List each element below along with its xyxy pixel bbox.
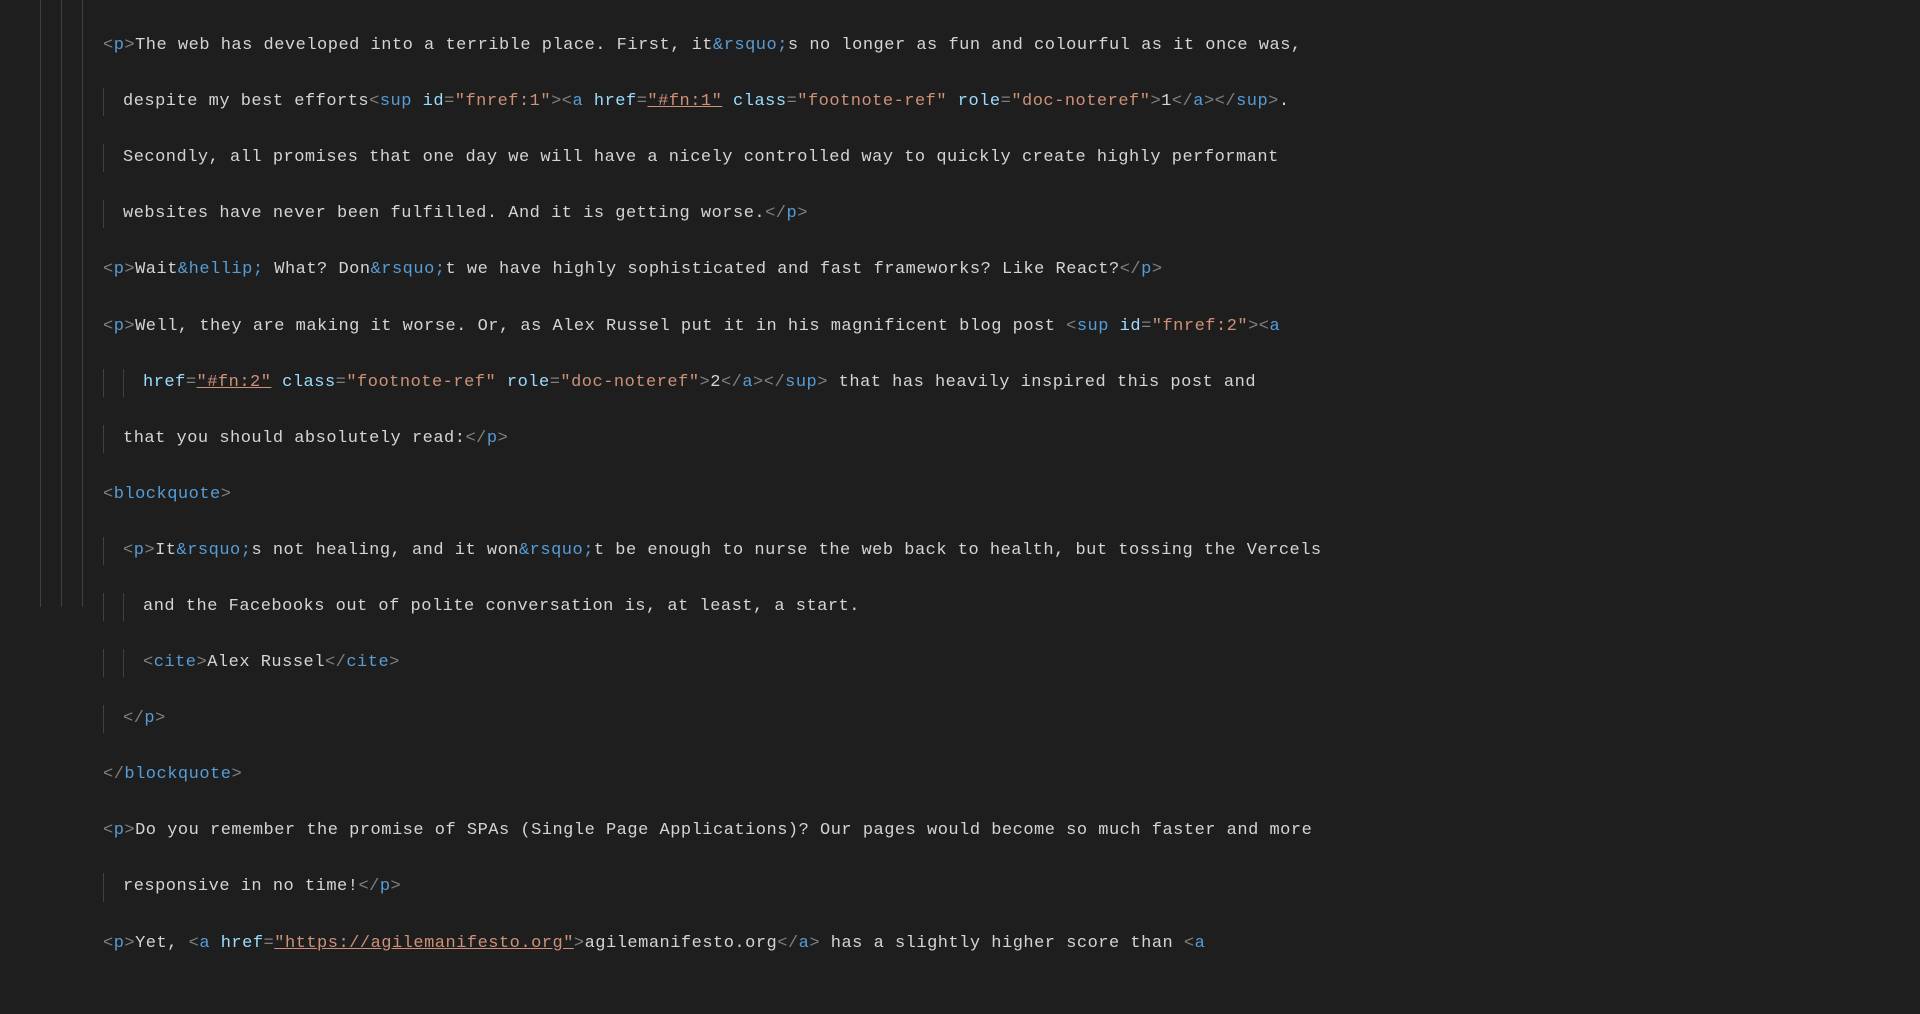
code-line: </p> bbox=[103, 705, 1322, 733]
code-line: <p>Wait&hellip; What? Don&rsquo;t we hav… bbox=[103, 256, 1322, 284]
code-line: and the Facebooks out of polite conversa… bbox=[103, 593, 1322, 621]
code-line: <cite>Alex Russel</cite> bbox=[103, 649, 1322, 677]
code-line: Secondly, all promises that one day we w… bbox=[103, 144, 1322, 172]
gutter bbox=[0, 0, 40, 607]
code-line: href="#fn:2" class="footnote-ref" role="… bbox=[103, 369, 1322, 397]
code-line: <p>Yet, <a href="https://agilemanifesto.… bbox=[103, 930, 1322, 958]
code-editor[interactable]: <p>The web has developed into a terrible… bbox=[0, 0, 1920, 607]
code-line: <p>The web has developed into a terrible… bbox=[103, 32, 1322, 60]
code-line: websites have never been fulfilled. And … bbox=[103, 200, 1322, 228]
code-line: <blockquote> bbox=[103, 481, 1322, 509]
code-line: <p>Do you remember the promise of SPAs (… bbox=[103, 817, 1322, 845]
code-line: responsive in no time!</p> bbox=[103, 873, 1322, 901]
indent-guides bbox=[40, 0, 103, 607]
code-line: <p>Well, they are making it worse. Or, a… bbox=[103, 313, 1322, 341]
code-line: despite my best efforts<sup id="fnref:1"… bbox=[103, 88, 1322, 116]
code-line: <p>It&rsquo;s not healing, and it won&rs… bbox=[103, 537, 1322, 565]
code-line: </blockquote> bbox=[103, 761, 1322, 789]
code-line: that you should absolutely read:</p> bbox=[103, 425, 1322, 453]
code-content[interactable]: <p>The web has developed into a terrible… bbox=[103, 0, 1322, 607]
